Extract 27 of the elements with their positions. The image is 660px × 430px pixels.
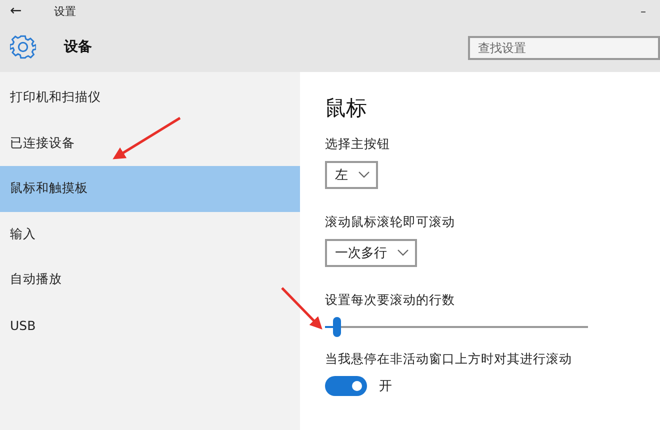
- setting-label: 当我悬停在非活动窗口上方时对其进行滚动: [325, 351, 573, 368]
- slider[interactable]: [325, 317, 588, 337]
- sidebar-item[interactable]: USB: [0, 302, 300, 348]
- sidebar-item[interactable]: 输入: [0, 212, 300, 257]
- sidebar-item[interactable]: 打印机和扫描仪: [0, 75, 300, 120]
- window-title: 设置: [54, 4, 76, 18]
- dropdown[interactable]: 一次多行: [325, 239, 417, 267]
- sidebar-item[interactable]: 已连接设备: [0, 120, 300, 166]
- arrow: [112, 116, 181, 160]
- dropdown[interactable]: 左: [325, 161, 378, 189]
- chevron-icon: [358, 171, 370, 179]
- sidebar-item[interactable]: 鼠标和触摸板: [0, 166, 300, 212]
- setting-label: 设置每次要滚动的行数: [325, 292, 456, 309]
- back-button[interactable]: ←: [10, 3, 32, 19]
- page-title: 设备: [64, 38, 92, 56]
- search-field[interactable]: 查找设置: [468, 36, 660, 60]
- toggle-state: 开: [379, 378, 392, 395]
- slider-thumb[interactable]: [332, 317, 341, 337]
- section-title: 鼠标: [325, 95, 368, 122]
- arrow: [281, 287, 322, 330]
- setting-label: 选择主按钮: [325, 136, 391, 153]
- minimize-button[interactable]: –: [640, 4, 646, 18]
- setting-label: 滚动鼠标滚轮即可滚动: [325, 214, 456, 231]
- chevron-icon: [397, 249, 409, 257]
- sidebar-item[interactable]: 自动播放: [0, 257, 300, 302]
- settings-icon: [10, 34, 36, 60]
- toggle-switch[interactable]: [325, 376, 367, 396]
